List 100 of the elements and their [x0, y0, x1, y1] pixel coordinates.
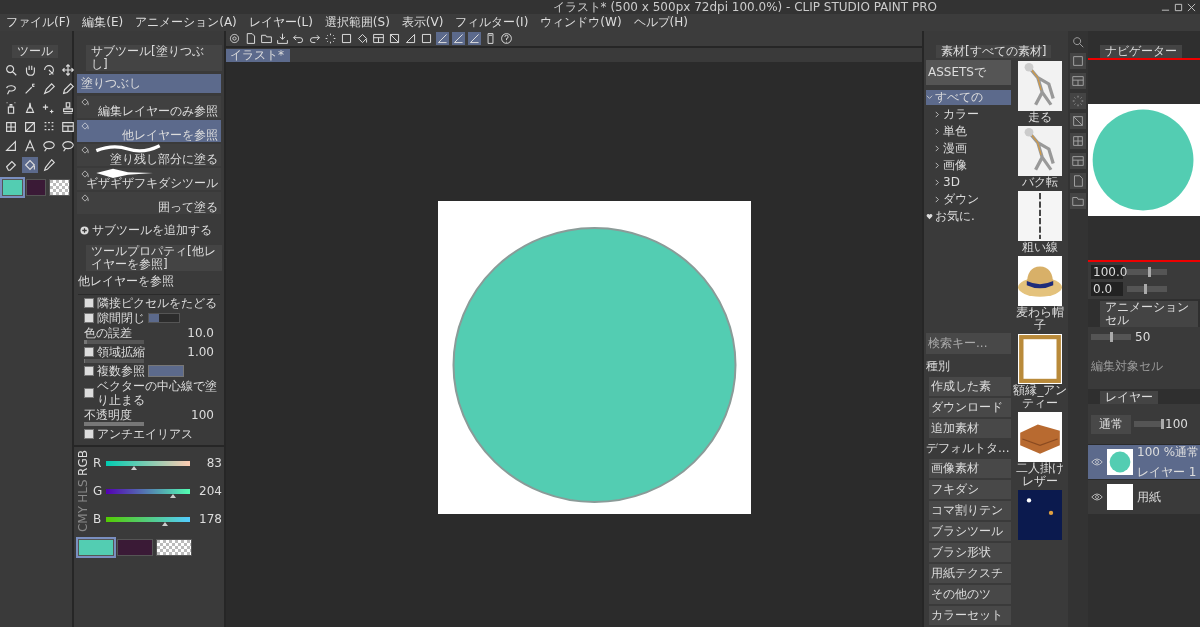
color-swatch[interactable]	[78, 539, 114, 556]
square-icon[interactable]	[420, 32, 433, 45]
category-button[interactable]: コマ割りテン	[929, 501, 1011, 520]
checkbox[interactable]	[84, 313, 94, 323]
category-button[interactable]: 追加素材	[929, 419, 1011, 438]
document-tab[interactable]: イラスト*	[226, 48, 290, 62]
category-button[interactable]: 画像素材	[929, 459, 1011, 478]
blend-mode-dropdown[interactable]: 通常	[1091, 414, 1131, 434]
menu-item[interactable]: ファイル(F)	[6, 14, 71, 31]
chevron-icon[interactable]	[934, 162, 941, 169]
panel-tab[interactable]: サブツール[塗りつぶし]	[86, 45, 222, 71]
subtool-item[interactable]: 編集レイヤーのみ参照	[77, 96, 221, 118]
help-icon[interactable]	[500, 32, 513, 45]
chevron-icon[interactable]	[926, 94, 933, 101]
panel-tab[interactable]: アニメーションセル	[1100, 301, 1198, 327]
line-icon[interactable]	[468, 32, 481, 45]
opacity-slider[interactable]	[1091, 334, 1131, 340]
color-swatch[interactable]	[25, 179, 47, 196]
balloon-tool-icon[interactable]	[41, 138, 57, 154]
assets-button[interactable]: ASSETSで	[926, 60, 1011, 85]
panel-icon[interactable]	[1070, 73, 1086, 89]
checkbox[interactable]	[84, 388, 94, 398]
color-mode-tab[interactable]: RGB	[76, 449, 90, 477]
menu-item[interactable]: ウィンドウ(W)	[540, 14, 622, 31]
panel-icon[interactable]	[1070, 113, 1086, 129]
subtool-item[interactable]: 他レイヤーを参照	[77, 120, 221, 142]
panel-icon[interactable]	[1070, 153, 1086, 169]
channel-value[interactable]: 204	[194, 484, 222, 498]
layer-row[interactable]: 用紙	[1088, 479, 1200, 514]
favorites-item[interactable]: お気に.	[926, 209, 1011, 224]
pencil-tool-icon[interactable]	[60, 81, 76, 97]
panel-tab[interactable]: レイヤー	[1100, 391, 1158, 404]
checkbox[interactable]	[84, 429, 94, 439]
tree-item[interactable]: ダウン	[926, 192, 1011, 207]
chevron-icon[interactable]	[934, 179, 941, 186]
marquee-icon[interactable]	[324, 32, 337, 45]
add-subtool-link[interactable]: サブツールを追加する	[92, 222, 212, 239]
undo-icon[interactable]	[292, 32, 305, 45]
tree-item[interactable]: 漫画	[926, 141, 1011, 156]
menu-item[interactable]: アニメーション(A)	[135, 14, 237, 31]
subtool-item[interactable]: 囲って塗る	[77, 192, 221, 214]
panel-tab[interactable]: 素材[すべての素材]	[936, 45, 1052, 58]
ruler-icon[interactable]	[404, 32, 417, 45]
category-button[interactable]: カラーセット	[929, 606, 1011, 625]
menu-item[interactable]: 表示(V)	[401, 14, 444, 31]
close-icon[interactable]	[1187, 2, 1196, 12]
category-button[interactable]: その他のツ	[929, 585, 1011, 604]
zoom-slider[interactable]	[1127, 269, 1167, 275]
panel-tab[interactable]: ツールプロパティ[他レイヤーを参照]	[86, 245, 222, 271]
subtool-item[interactable]: 塗り残し部分に塗る	[77, 144, 221, 166]
tree-item[interactable]: 3D	[926, 175, 1011, 190]
rotate-tool-icon[interactable]	[41, 62, 57, 78]
category-button[interactable]: ダウンロード	[929, 398, 1011, 417]
eye-icon[interactable]	[1091, 493, 1103, 501]
category-button[interactable]: フキダシ	[929, 480, 1011, 499]
opacity-slider[interactable]	[1134, 421, 1162, 427]
pen-tool-icon[interactable]	[41, 81, 57, 97]
panel-tab[interactable]: ナビゲーター	[1100, 45, 1182, 58]
category-button[interactable]: ブラシ形状	[929, 543, 1011, 562]
frame-tool-icon[interactable]	[60, 119, 76, 135]
panel-icon[interactable]	[1070, 133, 1086, 149]
chevron-icon[interactable]	[934, 111, 941, 118]
tree-item[interactable]: すべての	[926, 90, 1011, 105]
search-field[interactable]: 検索キー...	[926, 333, 1011, 354]
line-icon[interactable]	[452, 32, 465, 45]
panel-icon[interactable]	[1070, 193, 1086, 209]
square-icon[interactable]	[340, 32, 353, 45]
panel-tab[interactable]: ツール	[12, 45, 58, 58]
layer-row[interactable]: 100 %通常 レイヤー 1	[1088, 444, 1200, 479]
line-icon[interactable]	[436, 32, 449, 45]
property-slider[interactable]	[84, 422, 144, 426]
menu-item[interactable]: フィルター(I)	[455, 14, 529, 31]
eye-icon[interactable]	[1091, 458, 1103, 466]
diag-icon[interactable]	[388, 32, 401, 45]
folder-icon[interactable]	[260, 32, 273, 45]
angle-field[interactable]: 0.0	[1091, 282, 1123, 296]
segment-slider[interactable]	[148, 313, 180, 323]
maximize-icon[interactable]	[1174, 2, 1183, 12]
tree-item[interactable]: カラー	[926, 107, 1011, 122]
checkbox[interactable]	[84, 366, 94, 376]
subtool-item[interactable]: ギザギザフキダシツール	[77, 168, 221, 190]
menu-item[interactable]: 編集(E)	[82, 14, 124, 31]
dropper-tool-icon[interactable]	[41, 157, 57, 173]
property-value[interactable]: 10.0	[187, 326, 214, 340]
device-icon[interactable]	[484, 32, 497, 45]
download-icon[interactable]	[276, 32, 289, 45]
angle-slider[interactable]	[1127, 286, 1167, 292]
move-tool-icon[interactable]	[60, 62, 76, 78]
color-swatch[interactable]	[49, 179, 70, 196]
panel-icon[interactable]	[1070, 173, 1086, 189]
category-button[interactable]: ブラシツール	[929, 522, 1011, 541]
category-button[interactable]: 作成した素	[929, 377, 1011, 396]
menu-item[interactable]: レイヤー(L)	[248, 14, 313, 31]
color-swatch[interactable]	[2, 179, 23, 196]
text-tool-icon[interactable]	[22, 138, 38, 154]
channel-value[interactable]: 178	[194, 512, 222, 526]
chevron-icon[interactable]	[934, 145, 941, 152]
tree-item[interactable]: 単色	[926, 124, 1011, 139]
zoom-tool-icon[interactable]	[3, 62, 19, 78]
menu-item[interactable]: 選択範囲(S)	[324, 14, 390, 31]
